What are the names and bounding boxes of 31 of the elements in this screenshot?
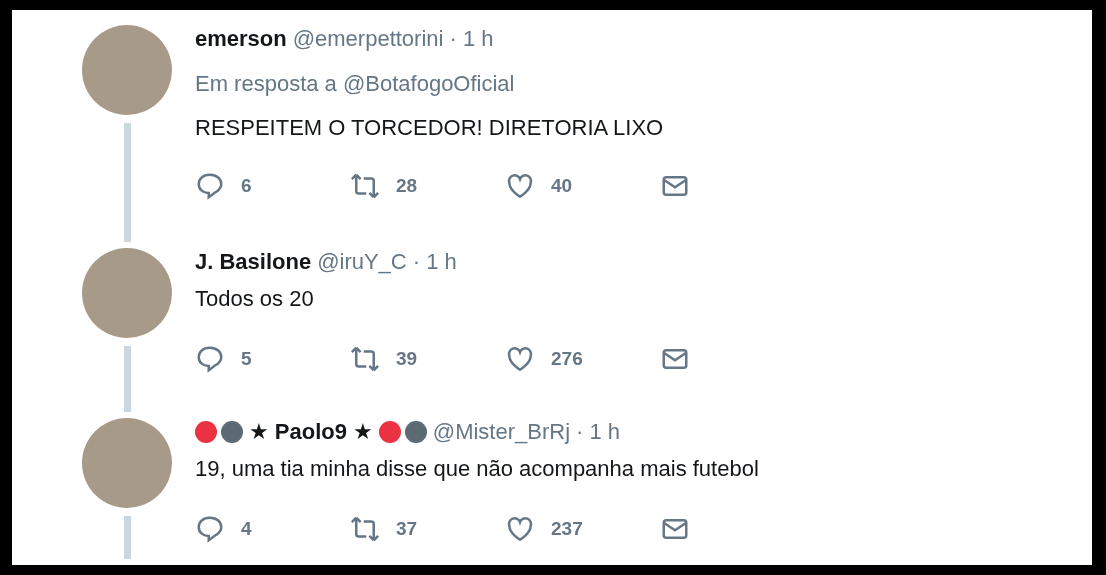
reply-count: 4	[241, 518, 252, 540]
heart-icon[interactable]	[505, 171, 535, 201]
tweet-text: RESPEITEM O TORCEDOR! DIRETORIA LIXO	[195, 115, 665, 141]
user-handle[interactable]: @Mister_BrRj	[432, 419, 571, 445]
user-handle[interactable]: @iruY_C	[317, 249, 407, 275]
reply-icon[interactable]	[195, 171, 225, 201]
tweet-text: Todos os 20	[195, 286, 315, 312]
retweet-count: 39	[396, 348, 418, 370]
retweet-count: 37	[396, 518, 418, 540]
user-name[interactable]: ★ Paolo9 ★	[249, 419, 373, 445]
reply-count: 5	[241, 348, 252, 370]
heart-icon[interactable]	[505, 514, 535, 544]
reply-icon[interactable]	[195, 514, 225, 544]
retweet-icon[interactable]	[350, 171, 380, 201]
like-count: 276	[551, 348, 583, 370]
like-count: 237	[551, 518, 583, 540]
user-handle[interactable]: @emerpettorini	[292, 26, 444, 52]
tweet-time[interactable]: · 1 h	[576, 419, 621, 445]
tweet-text: 19, uma tia minha disse que não acompanha mais futebol	[195, 456, 760, 482]
heart-icon[interactable]	[505, 344, 535, 374]
like-count: 40	[551, 175, 573, 197]
retweet-icon[interactable]	[350, 344, 380, 374]
user-name[interactable]: J. Basilone	[195, 249, 312, 275]
tweet-time[interactable]: · 1 h	[412, 249, 457, 275]
retweet-count: 28	[396, 175, 418, 197]
reply-icon[interactable]	[195, 344, 225, 374]
tweet-time[interactable]: · 1 h	[449, 26, 494, 52]
reply-count: 6	[241, 175, 252, 197]
reply-to-text: Em resposta a @BotafogoOficial	[195, 71, 516, 97]
user-name[interactable]: emerson	[195, 26, 287, 52]
retweet-icon[interactable]	[350, 514, 380, 544]
